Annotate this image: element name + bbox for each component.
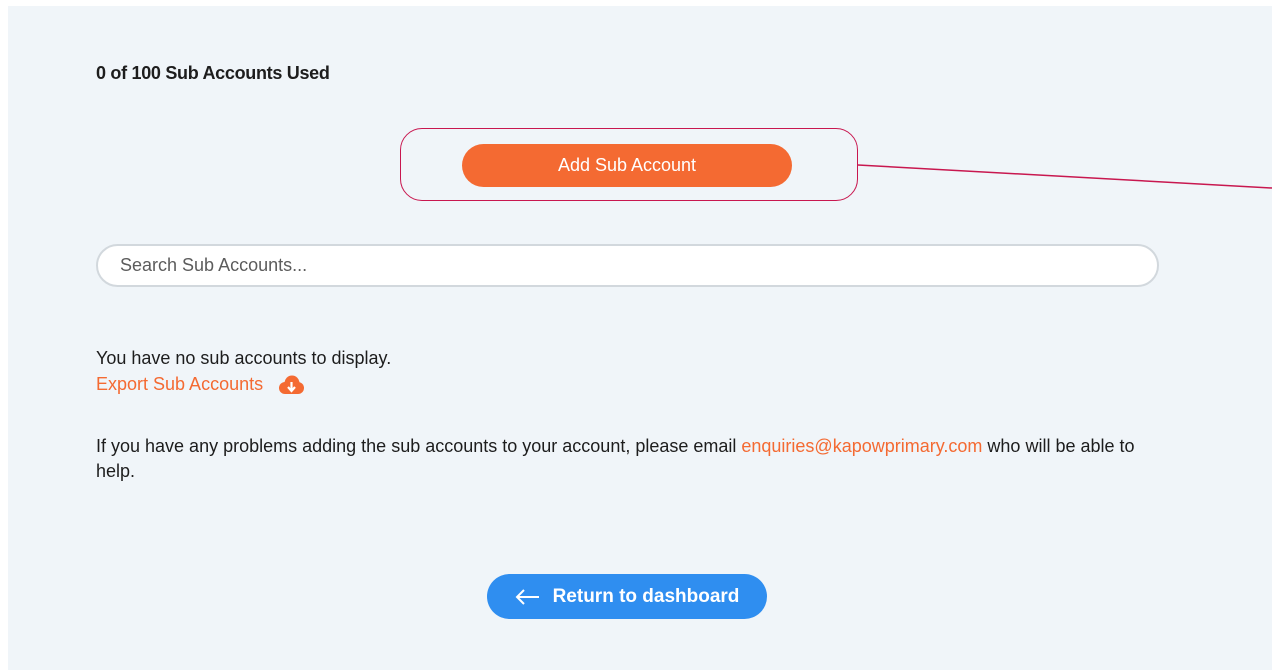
return-to-dashboard-button[interactable]: Return to dashboard bbox=[487, 574, 767, 619]
help-text: If you have any problems adding the sub … bbox=[96, 434, 1156, 484]
export-sub-accounts-label: Export Sub Accounts bbox=[96, 374, 264, 394]
add-sub-account-button[interactable]: Add Sub Account bbox=[462, 144, 792, 187]
cloud-download-icon[interactable] bbox=[277, 375, 305, 395]
return-to-dashboard-label: Return to dashboard bbox=[552, 585, 740, 607]
sub-accounts-panel bbox=[8, 6, 1272, 670]
search-sub-accounts-input[interactable] bbox=[96, 244, 1159, 287]
export-sub-accounts-link[interactable]: Export Sub Accounts bbox=[96, 374, 305, 395]
empty-state-message: You have no sub accounts to display. bbox=[96, 348, 392, 368]
arrow-left-icon bbox=[515, 588, 541, 605]
sub-accounts-usage: 0 of 100 Sub Accounts Used bbox=[96, 63, 330, 83]
support-email-link[interactable]: enquiries@kapowprimary.com bbox=[741, 436, 982, 456]
help-text-before: If you have any problems adding the sub … bbox=[96, 436, 742, 456]
